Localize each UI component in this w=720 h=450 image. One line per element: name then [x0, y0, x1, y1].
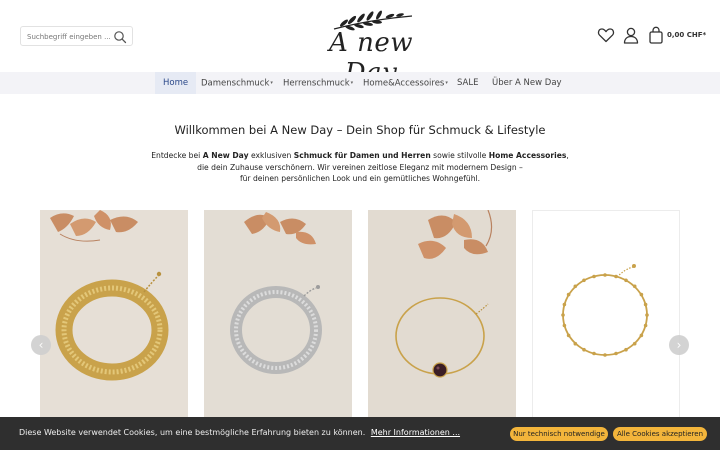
nav-item-damenschmuck[interactable]: Damenschmuck▾ — [201, 72, 273, 94]
site-header: A new Day 0,00 CHF* — [0, 0, 720, 88]
product-image — [368, 210, 516, 420]
nav-item-label: SALE — [457, 78, 479, 88]
cookie-necessary-only-button[interactable]: Nur technisch notwendige — [510, 427, 608, 441]
nav-item-label: Herrenschmuck — [283, 78, 350, 89]
search-box[interactable] — [20, 26, 133, 46]
nav-item-home-accessoires[interactable]: Home&Accessoires▾ — [363, 72, 448, 94]
product-image — [40, 210, 188, 420]
intro-line-3: für deinen persönlichen Look und ein gem… — [239, 174, 481, 183]
intro-text-part: , — [566, 151, 569, 160]
chevron-right-icon: › — [676, 338, 682, 352]
cookie-accept-all-button[interactable]: Alle Cookies akzeptieren — [613, 427, 707, 441]
product-card[interactable] — [40, 210, 188, 420]
cookie-more-info-link[interactable]: Mehr Informationen ... — [371, 428, 460, 437]
page-title: Willkommen bei A New Day – Dein Shop für… — [174, 123, 546, 137]
account-icon[interactable] — [622, 26, 640, 44]
nav-item-label: Home&Accessoires — [363, 78, 445, 89]
cookie-message: Diese Website verwendet Cookies, um eine… — [19, 428, 366, 437]
wishlist-heart-icon[interactable] — [597, 26, 615, 44]
nav-item-label: Über A New Day — [492, 78, 562, 88]
search-icon[interactable] — [113, 30, 127, 44]
nav-item-label: Damenschmuck — [201, 78, 270, 89]
intro-text-part: exklusiven — [248, 151, 294, 160]
intro-highlight: Schmuck für Damen und Herren — [293, 151, 431, 160]
chevron-left-icon: ‹ — [38, 338, 44, 352]
product-image — [533, 211, 679, 419]
intro-text: Entdecke bei A New Day exklusiven Schmuc… — [110, 150, 610, 185]
product-image — [204, 210, 352, 420]
carousel-prev-button[interactable]: ‹ — [31, 335, 51, 355]
intro-line-2: die dein Zuhause verschönern. Wir verein… — [197, 162, 523, 172]
logo[interactable]: A new Day — [306, 10, 436, 88]
intro-text-part: Entdecke bei — [151, 151, 203, 160]
chevron-down-icon: ▾ — [445, 80, 448, 86]
main-navigation: Home Damenschmuck▾ Herrenschmuck▾ Home&A… — [0, 72, 720, 94]
product-card[interactable] — [368, 210, 516, 420]
nav-item-herrenschmuck[interactable]: Herrenschmuck▾ — [283, 72, 353, 94]
nav-item-home[interactable]: Home — [155, 72, 197, 94]
cart-bag-icon[interactable] — [647, 26, 665, 44]
carousel-next-button[interactable]: › — [669, 335, 689, 355]
search-input[interactable] — [27, 30, 111, 43]
intro-highlight: Home Accessories — [488, 151, 567, 160]
product-card[interactable] — [532, 210, 680, 420]
cookie-message-row: Diese Website verwendet Cookies, um eine… — [19, 428, 460, 437]
cart-amount[interactable]: 0,00 CHF* — [667, 31, 706, 39]
intro-text-part: sowie stilvolle — [430, 151, 489, 160]
nav-item-label: Home — [163, 78, 189, 88]
nav-item-sale[interactable]: SALE — [457, 72, 478, 94]
product-card[interactable] — [204, 210, 352, 420]
cookie-banner: Diese Website verwendet Cookies, um eine… — [0, 417, 720, 450]
nav-item-ueber-uns[interactable]: Über A New Day — [492, 72, 562, 94]
chevron-down-icon: ▾ — [270, 80, 273, 86]
chevron-down-icon: ▾ — [350, 80, 354, 86]
intro-brand: A New Day — [202, 151, 249, 160]
